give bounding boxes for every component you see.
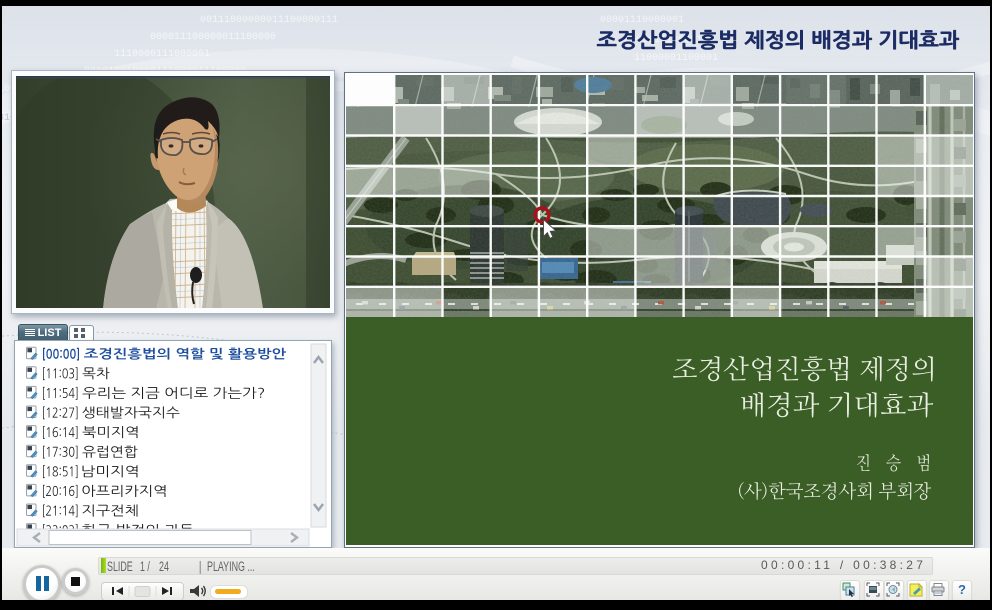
svg-text:000011100000011100000: 000011100000011100000 [150, 32, 276, 43]
svg-text:1110000111000001: 1110000111000001 [114, 49, 210, 60]
svg-text:00111000000011100000111: 00111000000011100000111 [200, 15, 338, 26]
svg-text:00001110000001: 00001110000001 [600, 15, 684, 26]
svg-text:11000001100001: 11000001100001 [634, 53, 718, 64]
